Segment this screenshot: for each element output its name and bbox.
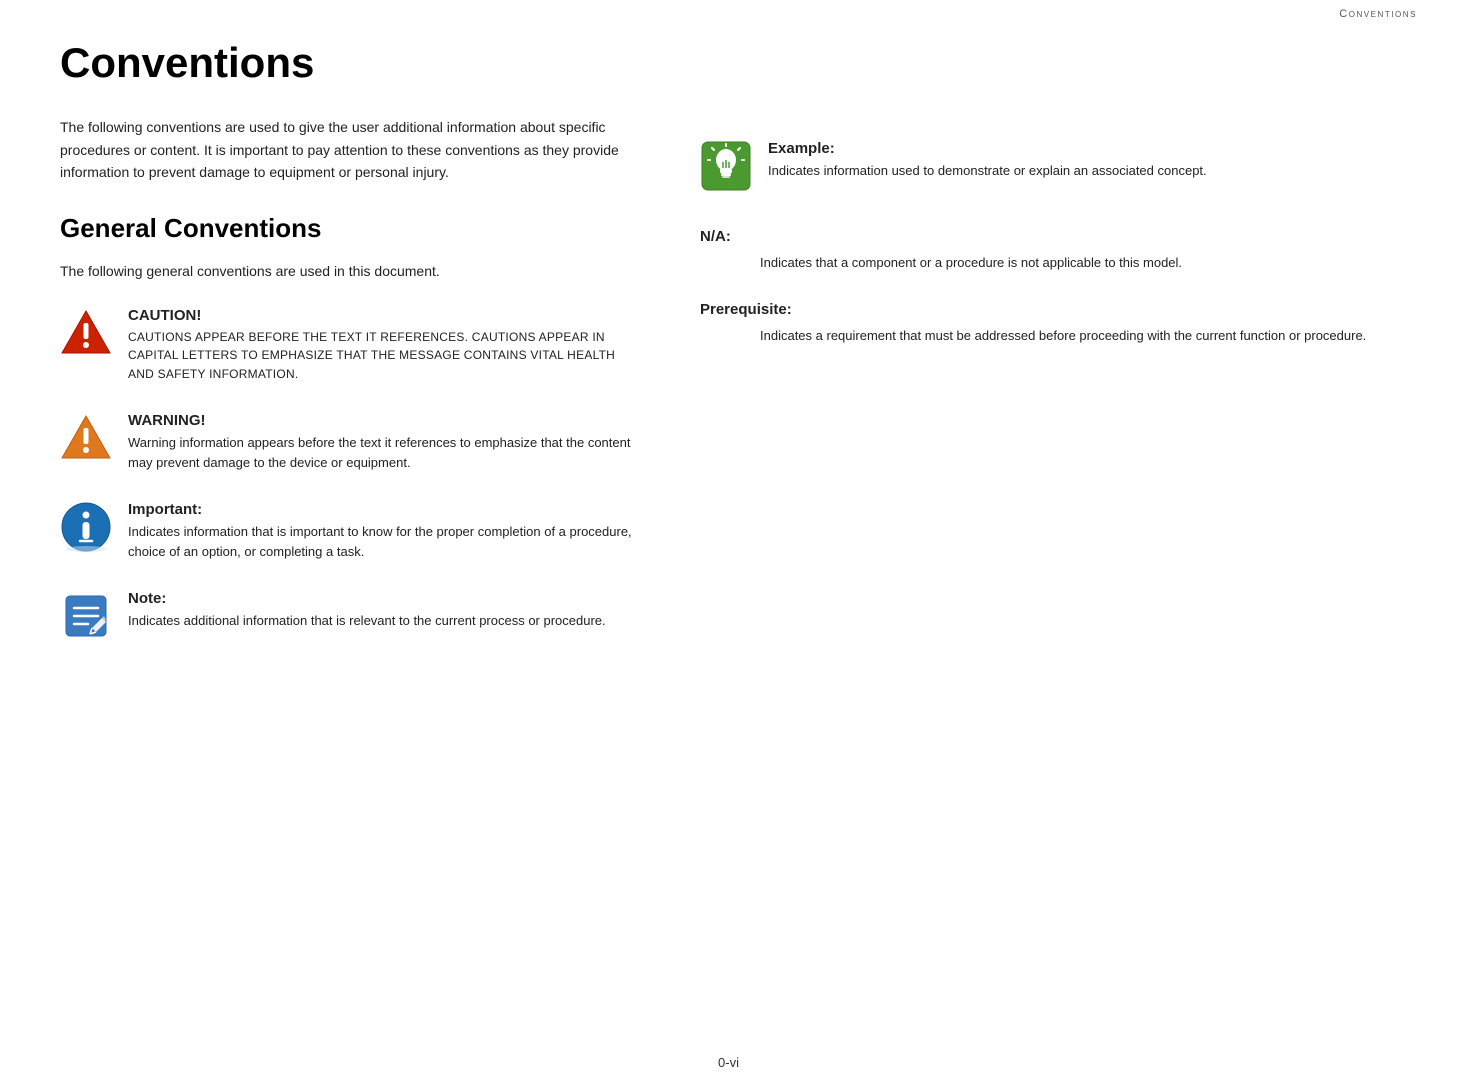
caution-desc: CAUTIONS APPEAR BEFORE THE TEXT IT REFER…	[128, 328, 640, 384]
warning-desc: Warning information appears before the t…	[128, 433, 640, 473]
convention-prerequisite: Prerequisite: Indicates a requirement th…	[700, 301, 1397, 346]
note-label: Note:	[128, 590, 640, 607]
page-header: Conventions	[0, 0, 1457, 20]
example-icon	[700, 140, 752, 192]
section-title: General Conventions	[60, 213, 640, 244]
caution-text: CAUTION! CAUTIONS APPEAR BEFORE THE TEXT…	[128, 307, 640, 384]
section-intro: The following general conventions are us…	[60, 260, 640, 282]
na-desc: Indicates that a component or a procedur…	[700, 253, 1397, 273]
prereq-label: Prerequisite:	[700, 301, 1397, 318]
convention-warning: WARNING! Warning information appears bef…	[60, 412, 640, 473]
prereq-desc: Indicates a requirement that must be add…	[700, 326, 1397, 346]
warning-label: WARNING!	[128, 412, 640, 429]
example-desc: Indicates information used to demonstrat…	[768, 161, 1397, 181]
convention-caution: CAUTION! CAUTIONS APPEAR BEFORE THE TEXT…	[60, 307, 640, 384]
left-column: Conventions The following conventions ar…	[60, 40, 640, 670]
example-label: Example:	[768, 140, 1397, 157]
page-number: 0-vi	[718, 1055, 739, 1070]
convention-na: N/A: Indicates that a component or a pro…	[700, 228, 1397, 273]
note-desc: Indicates additional information that is…	[128, 611, 640, 631]
important-desc: Indicates information that is important …	[128, 522, 640, 562]
warning-text: WARNING! Warning information appears bef…	[128, 412, 640, 473]
na-label: N/A:	[700, 228, 1397, 245]
intro-text: The following conventions are used to gi…	[60, 116, 640, 183]
convention-note: Note: Indicates additional information t…	[60, 590, 640, 642]
important-label: Important:	[128, 501, 640, 518]
note-text: Note: Indicates additional information t…	[128, 590, 640, 631]
page-content: Conventions The following conventions ar…	[0, 20, 1457, 710]
page-footer: 0-vi	[0, 1055, 1457, 1070]
important-icon	[60, 501, 112, 553]
convention-important: Important: Indicates information that is…	[60, 501, 640, 562]
warning-icon	[60, 412, 112, 464]
caution-icon	[60, 307, 112, 359]
page-title: Conventions	[60, 40, 640, 86]
important-text: Important: Indicates information that is…	[128, 501, 640, 562]
header-title: Conventions	[1339, 8, 1417, 20]
caution-label: CAUTION!	[128, 307, 640, 324]
note-icon	[60, 590, 112, 642]
example-text: Example: Indicates information used to d…	[768, 140, 1397, 181]
right-column: Example: Indicates information used to d…	[700, 40, 1397, 670]
convention-example: Example: Indicates information used to d…	[700, 140, 1397, 192]
